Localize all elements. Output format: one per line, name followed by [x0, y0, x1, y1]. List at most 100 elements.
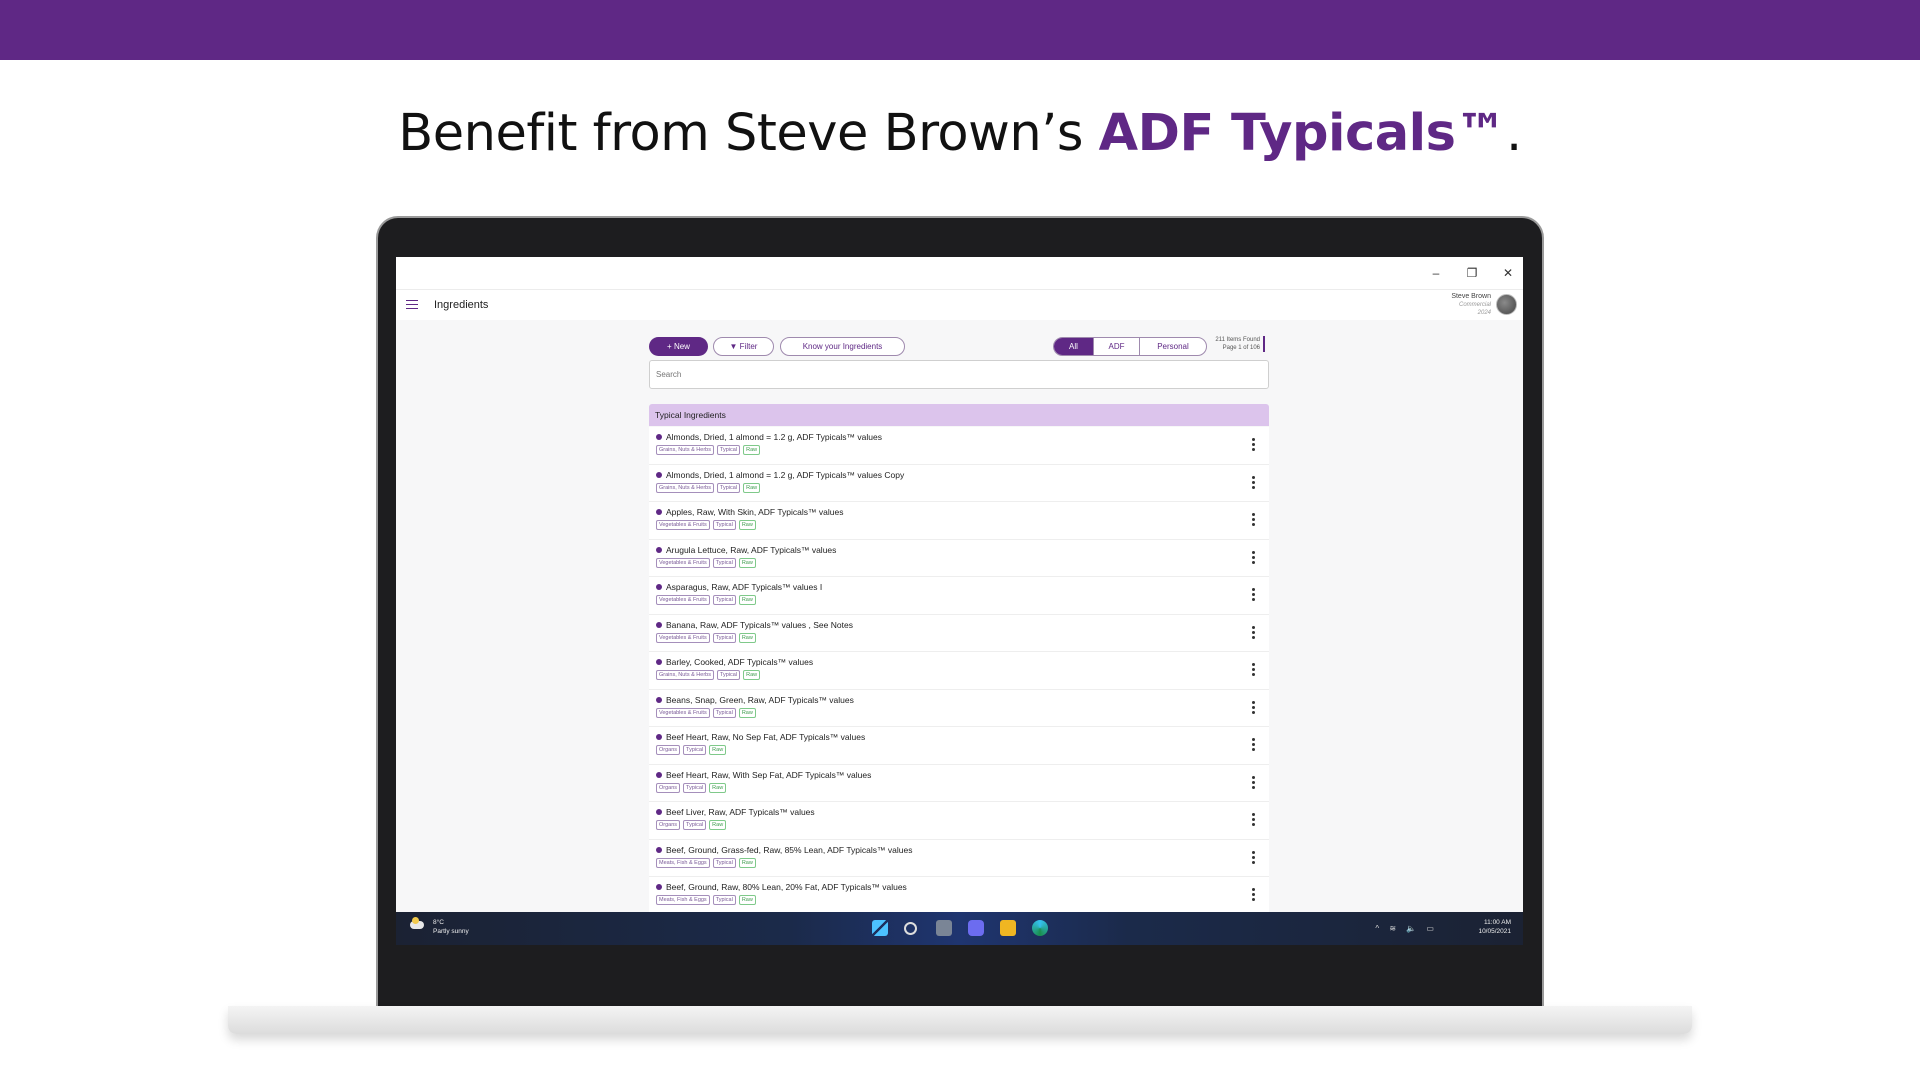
ingredient-tags: Meats, Fish & Eggs Typical Raw [656, 857, 756, 868]
user-extra: 2024 [1477, 310, 1491, 316]
segment-all[interactable]: All [1054, 338, 1094, 355]
more-options-icon[interactable] [1252, 813, 1255, 826]
close-button[interactable]: ✕ [1500, 265, 1516, 281]
ingredient-name: Beef, Ground, Grass-fed, Raw, 85% Lean, … [666, 844, 913, 855]
more-options-icon[interactable] [1252, 700, 1255, 714]
more-options-icon[interactable] [1252, 550, 1255, 564]
hamburger-menu-icon[interactable] [406, 300, 418, 309]
ingredient-name: Barley, Cooked, ADF Typicals™ values [666, 657, 814, 667]
user-name: Steve Brown [1451, 293, 1491, 300]
more-options-icon[interactable] [1252, 438, 1255, 451]
segment-adf[interactable]: ADF [1094, 338, 1140, 355]
list-item[interactable]: Banana, Raw, ADF Typicals™ values , See … [649, 614, 1269, 652]
more-options-icon[interactable] [1252, 888, 1255, 901]
state-tag: Raw [738, 520, 756, 530]
filter-button[interactable]: ▼ Filter [713, 337, 774, 356]
list-item[interactable]: Almonds, Dried, 1 almond = 1.2 g, ADF Ty… [649, 427, 1269, 465]
list-item[interactable]: Beef, Ground, Grass-fed, Raw, 85% Lean, … [649, 839, 1269, 877]
state-tag: Raw [743, 670, 761, 680]
status-dot-icon [656, 696, 662, 703]
more-options-icon[interactable] [1252, 775, 1255, 789]
list-item[interactable]: Beef Liver, Raw, ADF Typicals™ values Org… [649, 802, 1269, 840]
maximize-button[interactable]: ❐ [1464, 265, 1480, 281]
status-dot-icon [656, 734, 662, 740]
ingredient-name: Asparagus, Raw, ADF Typicals™ values I [666, 582, 823, 592]
source-segmented-control: All ADF Personal [1053, 337, 1207, 356]
type-tag: Typical [712, 895, 736, 905]
more-options-icon[interactable] [1252, 513, 1255, 526]
type-tag: Typical [712, 595, 736, 605]
search-input[interactable] [649, 360, 1269, 389]
status-dot-icon [656, 471, 662, 478]
state-tag: Raw [738, 857, 756, 868]
task-view-icon[interactable] [936, 920, 952, 936]
clock[interactable]: 11:00 AM 10/05/2021 [1478, 918, 1511, 936]
ingredient-tags: Grains, Nuts & Herbs Typical Raw [656, 482, 761, 493]
status-dot-icon [656, 621, 662, 628]
list-item[interactable]: Beef Heart, Raw, No Sep Fat, ADF Typical… [649, 727, 1269, 765]
more-options-icon[interactable] [1252, 738, 1255, 751]
teams-chat-icon[interactable] [968, 920, 984, 936]
state-tag: Raw [743, 482, 761, 493]
list-item[interactable]: Beef Heart, Raw, With Sep Fat, ADF Typic… [649, 764, 1269, 802]
ingredient-name: Beans, Snap, Green, Raw, ADF Typicals™ v… [666, 694, 854, 705]
list-item[interactable]: Beans, Snap, Green, Raw, ADF Typicals™ v… [649, 689, 1269, 727]
segment-personal[interactable]: Personal [1140, 338, 1206, 355]
system-tray[interactable]: ^ ≋ 🔈 ▭ [1375, 924, 1438, 933]
state-tag: Raw [709, 820, 727, 830]
ingredient-name: Arugula Lettuce, Raw, ADF Typicals™ valu… [666, 544, 837, 555]
app-header: Ingredients Steve Brown Commercial 2024 [396, 290, 1523, 320]
new-button[interactable]: + New [649, 337, 708, 356]
list-item[interactable]: Beef, Ground, Raw, 80% Lean, 20% Fat, AD… [649, 877, 1269, 915]
status-dot-icon [656, 809, 662, 815]
list-item[interactable]: Asparagus, Raw, ADF Typicals™ values I Ve… [649, 577, 1269, 615]
status-dot-icon [656, 846, 662, 853]
more-options-icon[interactable] [1252, 850, 1255, 864]
more-options-icon[interactable] [1252, 475, 1255, 489]
user-role: Commercial [1458, 302, 1491, 308]
type-tag: Typical [716, 445, 741, 455]
headline-prefix: Benefit from Steve Brown’s [398, 104, 1099, 163]
category-tag: Organs [656, 820, 681, 830]
more-options-icon[interactable] [1252, 588, 1255, 601]
page-title: Ingredients [434, 299, 489, 311]
category-tag: Organs [656, 745, 681, 755]
search-icon[interactable] [904, 922, 917, 935]
top-brand-bar [0, 0, 1920, 60]
ingredient-tags: Organs Typical Raw [656, 782, 727, 793]
state-tag: Raw [738, 895, 756, 905]
list-item[interactable]: Arugula Lettuce, Raw, ADF Typicals™ valu… [649, 539, 1269, 577]
page-info: Page 1 of 106 [1222, 345, 1260, 351]
ingredient-tags: Meats, Fish & Eggs Typical Raw [656, 895, 756, 905]
os-taskbar: 8°C Partly sunny ^ ≋ 🔈 ▭ 11:00 AM 10/05/… [396, 912, 1523, 945]
ingredient-tags: Vegetables & Fruits Typical Raw [656, 632, 756, 643]
list-item[interactable]: Apples, Raw, With Skin, ADF Typicals™ va… [649, 502, 1269, 540]
ingredient-tags: Organs Typical Raw [656, 745, 727, 755]
more-options-icon[interactable] [1252, 625, 1255, 639]
start-icon[interactable] [872, 920, 888, 936]
category-tag: Vegetables & Fruits [656, 557, 710, 568]
ingredient-name: Banana, Raw, ADF Typicals™ values , See … [666, 619, 853, 630]
minimize-button[interactable]: – [1428, 265, 1444, 281]
temperature: 8°C [433, 919, 444, 926]
section-header-typical: Typical Ingredients [649, 404, 1269, 426]
state-tag: Raw [709, 745, 727, 755]
list-item[interactable]: Barley, Cooked, ADF Typicals™ values Grai… [649, 652, 1269, 690]
ingredient-tags: Organs Typical Raw [656, 820, 727, 830]
more-options-icon[interactable] [1252, 663, 1255, 676]
list-item[interactable]: Almonds, Dried, 1 almond = 1.2 g, ADF Ty… [649, 464, 1269, 502]
ingredient-name: Apples, Raw, With Skin, ADF Typicals™ va… [666, 507, 844, 517]
headline-suffix: . [1506, 104, 1522, 163]
state-tag: Raw [709, 782, 727, 793]
items-found: 211 Items Found [1215, 337, 1260, 343]
status-dot-icon [656, 659, 662, 665]
clock-date: 10/05/2021 [1478, 928, 1511, 935]
weather-widget[interactable]: 8°C Partly sunny [433, 918, 469, 936]
edge-browser-icon[interactable] [1032, 920, 1048, 936]
user-info[interactable]: Steve Brown Commercial 2024 [1451, 293, 1491, 317]
category-tag: Vegetables & Fruits [656, 595, 710, 605]
type-tag: Typical [712, 707, 736, 718]
know-ingredients-button[interactable]: Know your Ingredients [780, 337, 905, 356]
file-explorer-icon[interactable] [1000, 920, 1016, 936]
avatar[interactable] [1496, 294, 1517, 315]
